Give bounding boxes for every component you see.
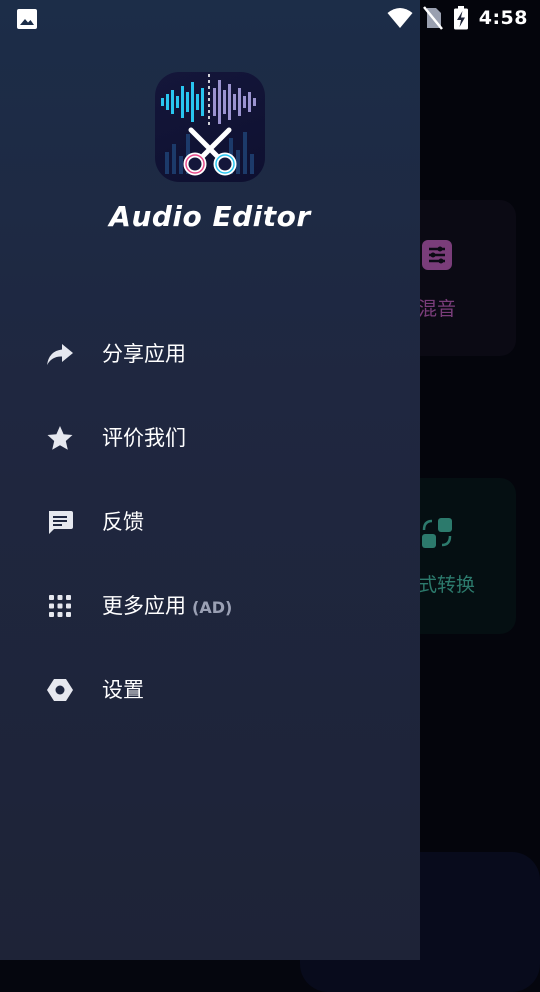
app-name: Audio Editor (109, 200, 311, 233)
status-icons: 4:58 (387, 6, 528, 30)
settings-icon (47, 679, 73, 701)
status-time: 4:58 (478, 7, 528, 29)
status-bar: 4:58 (0, 0, 540, 36)
wifi-icon (387, 8, 413, 28)
battery-charging-icon (453, 6, 468, 30)
feedback-icon (49, 511, 73, 534)
image-notification-icon (17, 9, 37, 29)
navigation-drawer: Audio Editor 分享应用 评价我们 反馈 更多应用 (AD) 设置 (0, 0, 420, 960)
menu-item-label: 更多应用 (102, 594, 186, 618)
app-logo (155, 72, 265, 182)
ad-badge: (AD) (192, 598, 233, 617)
mix-card-label: 混音 (418, 298, 457, 320)
mixer-icon (422, 240, 452, 270)
menu-item-label: 反馈 (102, 510, 144, 534)
drawer-menu: 分享应用 评价我们 反馈 更多应用 (AD) 设置 (0, 312, 420, 732)
format-convert-icon (422, 518, 452, 548)
menu-item-label: 分享应用 (102, 342, 186, 366)
star-icon (47, 426, 73, 450)
menu-item-more-apps[interactable]: 更多应用 (AD) (0, 564, 420, 648)
menu-item-label-wrap: 更多应用 (AD) (102, 592, 232, 622)
apps-grid-icon (49, 595, 71, 617)
format-convert-card-label: 式转换 (418, 574, 476, 596)
share-icon (47, 344, 73, 365)
menu-item-settings[interactable]: 设置 (0, 648, 420, 732)
no-sim-icon (422, 6, 443, 30)
menu-item-share-app[interactable]: 分享应用 (0, 312, 420, 396)
scissors-waveform-logo-icon (161, 74, 256, 176)
menu-item-label: 评价我们 (102, 426, 186, 450)
menu-item-rate-us[interactable]: 评价我们 (0, 396, 420, 480)
menu-item-feedback[interactable]: 反馈 (0, 480, 420, 564)
menu-item-label: 设置 (102, 678, 144, 702)
